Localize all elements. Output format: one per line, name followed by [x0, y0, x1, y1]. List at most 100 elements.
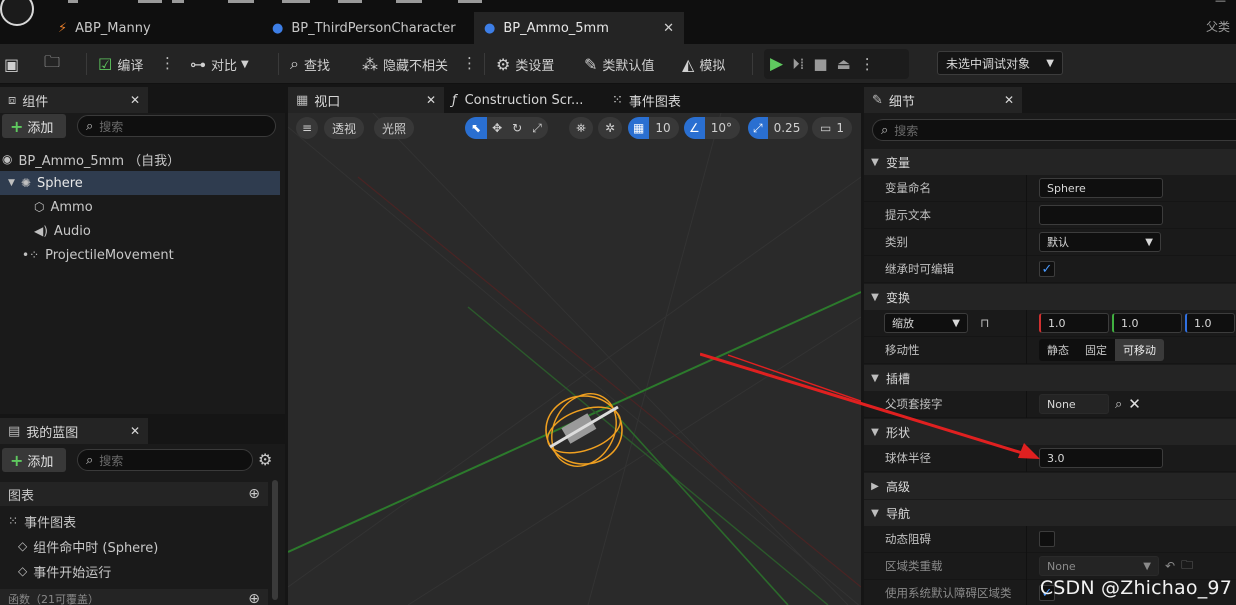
viewport-menu-button[interactable]: ≡ [296, 117, 318, 139]
row-instance-editable: 继承时可编辑 ✓ [864, 255, 1236, 283]
eject-icon[interactable]: ⏏ [837, 55, 851, 73]
instance-editable-checkbox[interactable]: ✓ [1039, 261, 1055, 277]
annotation-arrow-head [1018, 443, 1040, 459]
component-ammo[interactable]: ⬡ Ammo [0, 195, 280, 219]
add-member-button[interactable]: + 添加 [2, 448, 66, 472]
area-class-select[interactable]: None ▼ [1039, 556, 1159, 576]
browse-button[interactable]: 🗀 [44, 44, 65, 84]
sphere-selection[interactable] [539, 382, 629, 478]
event-component-hit[interactable]: ◇ 组件命中时 (Sphere) [0, 534, 268, 558]
category-navigation[interactable]: ▼ 导航 [864, 500, 1236, 526]
tab-construction-script[interactable]: ƒ Construction Scr... [444, 87, 604, 113]
component-root[interactable]: ◉ BP_Ammo_5mm （自我） [0, 147, 280, 171]
scale-mode-select[interactable]: 缩放 ▼ [884, 313, 968, 333]
browse-folder-icon[interactable]: 🗀 [1181, 556, 1193, 577]
diff-button[interactable]: ⊶ 对比 ▼ [190, 44, 249, 84]
details-search-input[interactable]: ⌕ 搜索 [872, 119, 1236, 141]
unlock-icon[interactable]: ⊓ [980, 316, 989, 330]
functions-section[interactable]: 函数（21可覆盖） ⊕ [0, 589, 268, 605]
components-search-input[interactable]: ⌕ 搜索 [77, 115, 276, 137]
rotation-snap-group[interactable]: ∠ 10° [684, 117, 741, 139]
debug-object-select[interactable]: 未选中调试对象 ▼ [937, 51, 1063, 75]
add-component-button[interactable]: + 添加 [2, 114, 66, 138]
compile-options-icon[interactable]: ⋮ [160, 54, 175, 72]
step-icon[interactable]: ⏵⁞ [792, 55, 804, 73]
component-projectile-movement[interactable]: •⁘ ProjectileMovement [0, 243, 280, 267]
category-select[interactable]: 默认 ▼ [1039, 232, 1161, 252]
window-controls-fragment[interactable]: — [1215, 0, 1226, 7]
mobility-movable-option[interactable]: 可移动 [1115, 339, 1164, 361]
tab-bp-ammo-5mm[interactable]: ● BP_Ammo_5mm ✕ [474, 12, 684, 44]
diff-icon: ⊶ [190, 54, 206, 74]
tab-viewport[interactable]: ▦ 视口 ✕ [288, 87, 444, 113]
tab-abp-manny[interactable]: ⚡ ABP_Manny [48, 12, 262, 44]
compile-check-icon: ☑ [98, 54, 113, 74]
add-function-icon[interactable]: ⊕ [248, 591, 260, 605]
lighting-button[interactable]: 光照 [374, 117, 415, 139]
tooltip-input[interactable] [1039, 205, 1163, 225]
find-button[interactable]: ⌕ 查找 [290, 44, 330, 84]
translate-tool-icon[interactable]: ✥ [487, 121, 507, 135]
plus-icon: + [10, 450, 24, 470]
tab-event-graph[interactable]: ⁙ 事件图表 [604, 87, 724, 113]
scale-snap-group[interactable]: ⤢ 0.25 [748, 117, 809, 139]
function-icon: ƒ [452, 92, 457, 108]
stop-icon[interactable]: ■ [813, 55, 827, 73]
simulate-icon: ◭ [682, 54, 695, 74]
watermark: CSDN @Zhichao_97 [1039, 577, 1232, 599]
close-icon[interactable]: ✕ [130, 93, 140, 107]
settings-gear-icon[interactable]: ⚙ [258, 450, 272, 469]
class-settings-button[interactable]: ⚙ 类设置 [496, 44, 554, 84]
tab-bp-thirdpersoncharacter[interactable]: ● BP_ThirdPersonCharacter [262, 12, 472, 44]
row-variable-name: 变量命名 Sphere [864, 174, 1236, 202]
coordinate-icon: ⛯ [576, 120, 586, 135]
parent-class-link[interactable]: 父类 [1206, 18, 1230, 35]
scale-y-input[interactable]: 1.0 [1112, 313, 1182, 333]
category-advanced[interactable]: ▶ 高级 [864, 473, 1236, 499]
details-tab[interactable]: ✎ 细节 ✕ [864, 87, 1022, 113]
graphs-section[interactable]: 图表 ⊕ [0, 482, 268, 506]
add-graph-icon[interactable]: ⊕ [248, 486, 260, 502]
simulate-button[interactable]: ◭ 模拟 [682, 44, 725, 84]
compile-button[interactable]: ☑ 编译 [98, 44, 143, 84]
clear-x-icon[interactable]: ✕ [1128, 395, 1141, 413]
chevron-down-icon: ▼ [1046, 57, 1054, 69]
component-audio[interactable]: ◀) Audio [0, 219, 280, 243]
hide-unrelated-button[interactable]: ⁂ 隐藏不相关 [362, 44, 448, 84]
variable-name-input[interactable]: Sphere [1039, 178, 1163, 198]
save-button[interactable]: ▣ [4, 44, 24, 84]
scale-tool-icon[interactable]: ⤢ [527, 121, 548, 136]
reset-arrow-icon[interactable]: ↶ [1165, 559, 1175, 573]
category-variable[interactable]: ▼ 变量 [864, 149, 1236, 175]
event-graph-item[interactable]: ⁙ 事件图表 [0, 509, 268, 533]
grid-snap-group[interactable]: ▦ 10 [628, 117, 679, 139]
close-icon[interactable]: ✕ [130, 424, 140, 438]
select-tool-icon[interactable]: ⬉ [465, 117, 488, 139]
event-begin-play[interactable]: ◇ 事件开始运行 [0, 559, 268, 583]
components-tab[interactable]: ⧈ 组件 ✕ [0, 87, 148, 113]
perspective-button[interactable]: 透视 [324, 117, 365, 139]
rotate-tool-icon[interactable]: ↻ [507, 121, 527, 135]
my-blueprint-search-input[interactable]: ⌕ 搜索 [77, 449, 253, 471]
surface-snap-toggle[interactable]: ✲ [598, 117, 622, 139]
my-blueprint-scrollbar[interactable] [272, 480, 278, 600]
close-icon[interactable]: ✕ [1004, 93, 1014, 107]
browse-socket-icon[interactable]: ⌕ [1115, 397, 1122, 412]
close-tab-icon[interactable]: ✕ [663, 21, 674, 36]
component-sphere[interactable]: ▼ ✺ Sphere [0, 171, 280, 195]
play-options-icon[interactable]: ⋮ [860, 55, 875, 73]
mobility-stationary-option[interactable]: 固定 [1077, 339, 1115, 361]
class-defaults-button[interactable]: ✎ 类默认值 [584, 44, 654, 84]
category-transform[interactable]: ▼ 变换 [864, 284, 1236, 310]
scale-z-input[interactable]: 1.0 [1185, 313, 1235, 333]
find-options-icon[interactable]: ⋮ [462, 54, 477, 72]
scale-x-input[interactable]: 1.0 [1039, 313, 1109, 333]
my-blueprint-tab[interactable]: ▤ 我的蓝图 ✕ [0, 418, 148, 444]
world-local-toggle[interactable]: ⛯ [569, 117, 593, 139]
camera-speed-button[interactable]: ▭ 1 [812, 117, 852, 139]
dynamic-obstacle-checkbox[interactable] [1039, 531, 1055, 547]
play-icon[interactable]: ▶ [770, 54, 783, 74]
sphere-radius-input[interactable]: 3.0 [1039, 448, 1163, 468]
close-icon[interactable]: ✕ [426, 93, 436, 107]
class-defaults-icon: ✎ [584, 54, 598, 74]
